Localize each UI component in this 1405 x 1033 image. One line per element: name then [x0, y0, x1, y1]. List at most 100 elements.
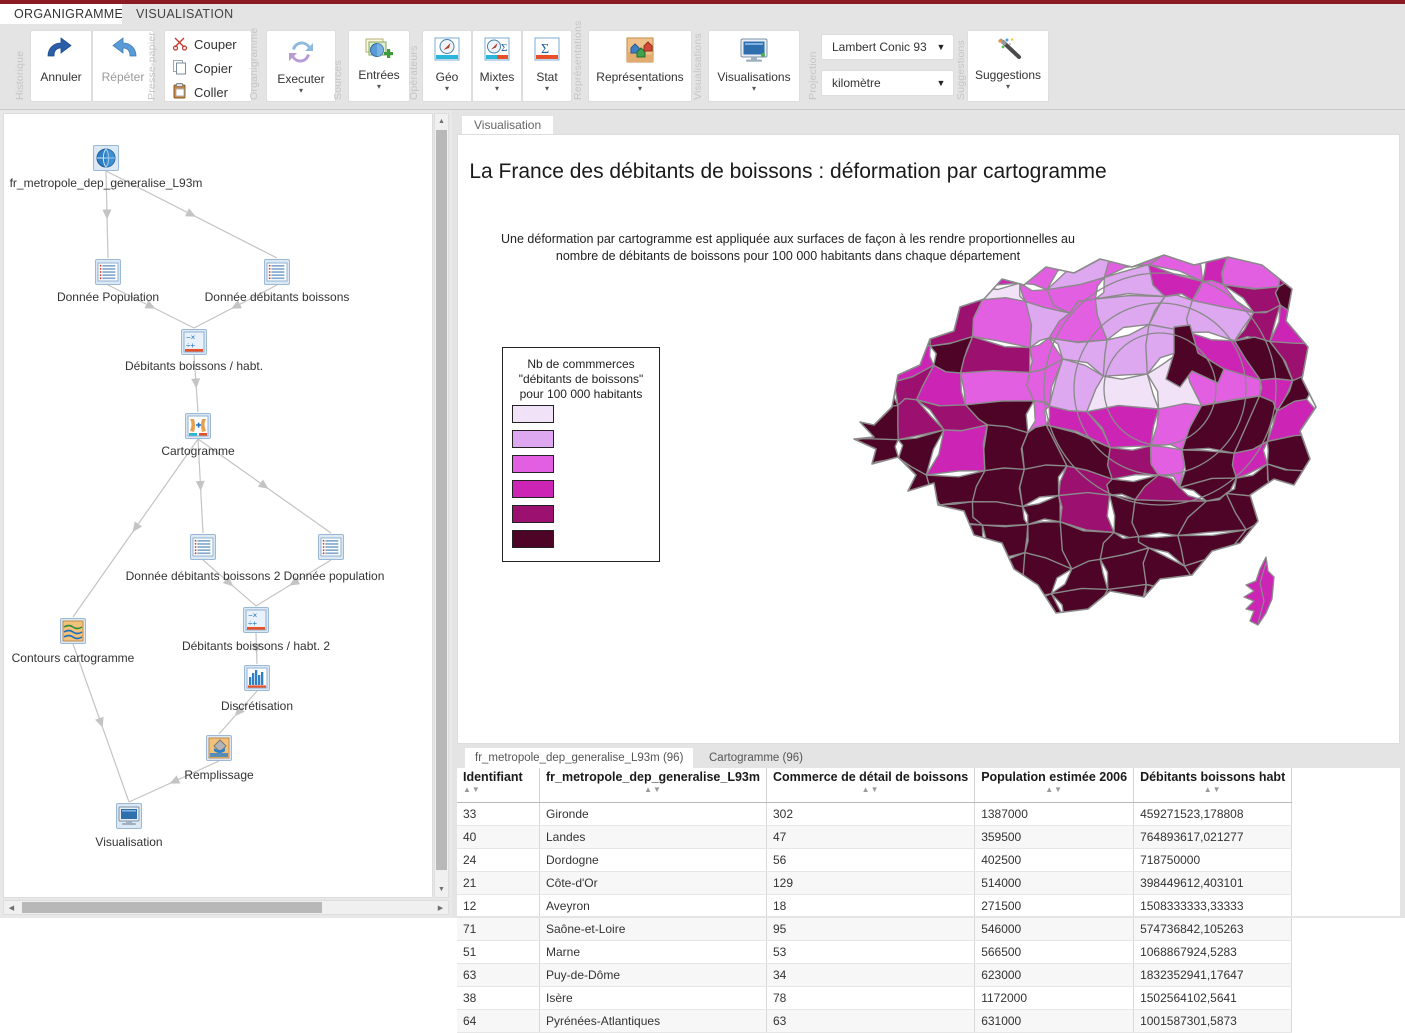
department-polygon[interactable]: [1267, 554, 1326, 594]
graph-node-ratio1[interactable]: −×÷+: [181, 329, 207, 355]
stat-dropdown-arrow[interactable]: ▾: [545, 85, 549, 93]
sort-toggle-icon[interactable]: ▲▼: [463, 785, 533, 794]
sort-toggle-icon[interactable]: ▲▼: [546, 785, 760, 794]
coller-button[interactable]: Coller: [168, 80, 248, 104]
table-row[interactable]: 12Aveyron182715001508333333,33333: [457, 895, 1292, 918]
table-grid[interactable]: Identifiant▲▼fr_metropole_dep_generalise…: [457, 768, 1405, 1033]
department-polygon[interactable]: [878, 237, 934, 286]
table-row[interactable]: 21Côte-d'Or129514000398449612,403101: [457, 872, 1292, 895]
visualisations-dropdown-arrow[interactable]: ▾: [752, 85, 756, 93]
graph-node-deb2[interactable]: [190, 534, 216, 560]
department-polygon[interactable]: [961, 371, 1034, 405]
scroll-down-arrow[interactable]: ▼: [435, 882, 448, 897]
department-polygon[interactable]: [1279, 242, 1328, 287]
mixtes-dropdown-arrow[interactable]: ▾: [495, 85, 499, 93]
department-polygon[interactable]: [1178, 530, 1246, 566]
horizontal-scroll-thumb[interactable]: [22, 902, 322, 913]
department-polygon[interactable]: [848, 581, 905, 632]
department-polygon[interactable]: [1267, 434, 1332, 471]
department-polygon[interactable]: [835, 236, 899, 286]
graph-node-source[interactable]: [93, 145, 119, 171]
department-polygon[interactable]: [1273, 490, 1328, 532]
executer-button[interactable]: Executer ▾: [266, 30, 336, 102]
table-header-cell[interactable]: fr_metropole_dep_generalise_L93m▲▼: [540, 768, 767, 803]
graph-node-ratio2[interactable]: −×÷+: [243, 607, 269, 633]
table-row[interactable]: 24Dordogne56402500718750000: [457, 849, 1292, 872]
vertical-scroll-thumb[interactable]: [436, 130, 447, 870]
annuler-button[interactable]: Annuler: [30, 30, 92, 102]
table-header-cell[interactable]: Commerce de détail de boissons▲▼: [766, 768, 974, 803]
graph-node-contours[interactable]: [60, 618, 86, 644]
executer-dropdown-arrow[interactable]: ▾: [299, 87, 303, 95]
chevron-down-icon[interactable]: ▼: [929, 42, 953, 52]
table-row[interactable]: 63Puy-de-Dôme346230001832352941,17647: [457, 964, 1292, 987]
department-polygon[interactable]: [889, 299, 934, 346]
table-row[interactable]: 40Landes47359500764893617,021277: [457, 826, 1292, 849]
department-polygon[interactable]: [973, 244, 1019, 287]
sort-toggle-icon[interactable]: ▲▼: [1140, 785, 1285, 794]
repeter-button[interactable]: Répéter: [92, 30, 154, 102]
department-polygon[interactable]: [1192, 593, 1249, 631]
department-polygon[interactable]: [926, 237, 981, 288]
table-row[interactable]: 71Saône-et-Loire95546000574736842,105263: [457, 918, 1292, 941]
copier-button[interactable]: Copier: [168, 56, 248, 80]
representations-button[interactable]: Représentations ▾: [588, 30, 692, 102]
graph-node-carto[interactable]: [185, 413, 211, 439]
department-polygon[interactable]: [852, 552, 878, 588]
department-polygon[interactable]: [1143, 584, 1201, 630]
table-header-cell[interactable]: Débitants boissons habt▲▼: [1134, 768, 1292, 803]
department-polygon[interactable]: [1276, 580, 1325, 631]
department-polygon[interactable]: [846, 306, 898, 333]
department-polygon[interactable]: [881, 493, 940, 520]
department-polygon[interactable]: [853, 458, 899, 498]
department-polygon[interactable]: [918, 561, 984, 585]
graph-node-pop2[interactable]: [318, 534, 344, 560]
geo-dropdown-arrow[interactable]: ▾: [445, 85, 449, 93]
suggestions-dropdown-arrow[interactable]: ▾: [1006, 83, 1010, 91]
projection-select[interactable]: Lambert Conic 93 ▼: [821, 34, 954, 60]
department-polygon[interactable]: [875, 580, 944, 631]
tab-visualisation[interactable]: VISUALISATION: [122, 4, 239, 24]
department-polygon[interactable]: [984, 425, 1028, 472]
department-polygon[interactable]: [845, 369, 898, 413]
stat-button[interactable]: Σ Stat ▾: [522, 30, 572, 102]
department-polygon[interactable]: [940, 580, 983, 621]
scroll-left-arrow[interactable]: ◀: [4, 901, 19, 914]
scroll-up-arrow[interactable]: ▲: [435, 114, 448, 129]
scroll-right-arrow[interactable]: ▶: [433, 901, 448, 914]
department-polygon[interactable]: [1222, 242, 1286, 289]
graph-vertical-scrollbar[interactable]: ▲ ▼: [434, 113, 449, 898]
chevron-down-icon-2[interactable]: ▼: [929, 78, 953, 88]
department-polygon[interactable]: [852, 520, 887, 555]
department-polygon[interactable]: [840, 283, 899, 316]
tab-visualisation-view[interactable]: Visualisation: [462, 116, 553, 134]
tab-organigramme[interactable]: ORGANIGRAMME: [0, 4, 122, 24]
department-polygon[interactable]: [962, 585, 1025, 623]
graph-node-discret[interactable]: [244, 665, 270, 691]
graph-node-deb1[interactable]: [264, 259, 290, 285]
table-row[interactable]: 64Pyrénées-Atlantiques636310001001587301…: [457, 1010, 1292, 1033]
graph-node-remplis[interactable]: [206, 735, 232, 761]
department-polygon[interactable]: [853, 493, 887, 535]
department-polygon[interactable]: [1267, 520, 1328, 561]
entrees-dropdown-arrow[interactable]: ▾: [377, 83, 381, 91]
department-polygon[interactable]: [1185, 559, 1233, 596]
graph-horizontal-scrollbar[interactable]: ◀ ▶: [3, 900, 449, 915]
sort-toggle-icon[interactable]: ▲▼: [773, 785, 968, 794]
visualisations-button[interactable]: Visualisations ▾: [708, 30, 800, 102]
department-polygon[interactable]: [846, 327, 895, 382]
graph-node-visu[interactable]: [116, 803, 142, 829]
corsica-polygon[interactable]: [1244, 557, 1274, 625]
sort-toggle-icon[interactable]: ▲▼: [981, 785, 1127, 794]
mixtes-button[interactable]: Σ Mixtes ▾: [472, 30, 522, 102]
couper-button[interactable]: Couper: [168, 32, 248, 56]
france-cartogram-map[interactable]: [788, 139, 1398, 739]
table-tab-source[interactable]: fr_metropole_dep_generalise_L93m (96): [465, 748, 693, 768]
unit-select[interactable]: kilomètre ▼: [821, 70, 954, 96]
department-polygon[interactable]: [918, 517, 984, 564]
table-header-cell[interactable]: Population estimée 2006▲▼: [975, 768, 1134, 803]
graph-node-pop1[interactable]: [95, 259, 121, 285]
department-polygon[interactable]: [926, 277, 986, 300]
table-row[interactable]: 38Isère7811720001502564102,5641: [457, 987, 1292, 1010]
department-polygon[interactable]: [898, 277, 929, 317]
